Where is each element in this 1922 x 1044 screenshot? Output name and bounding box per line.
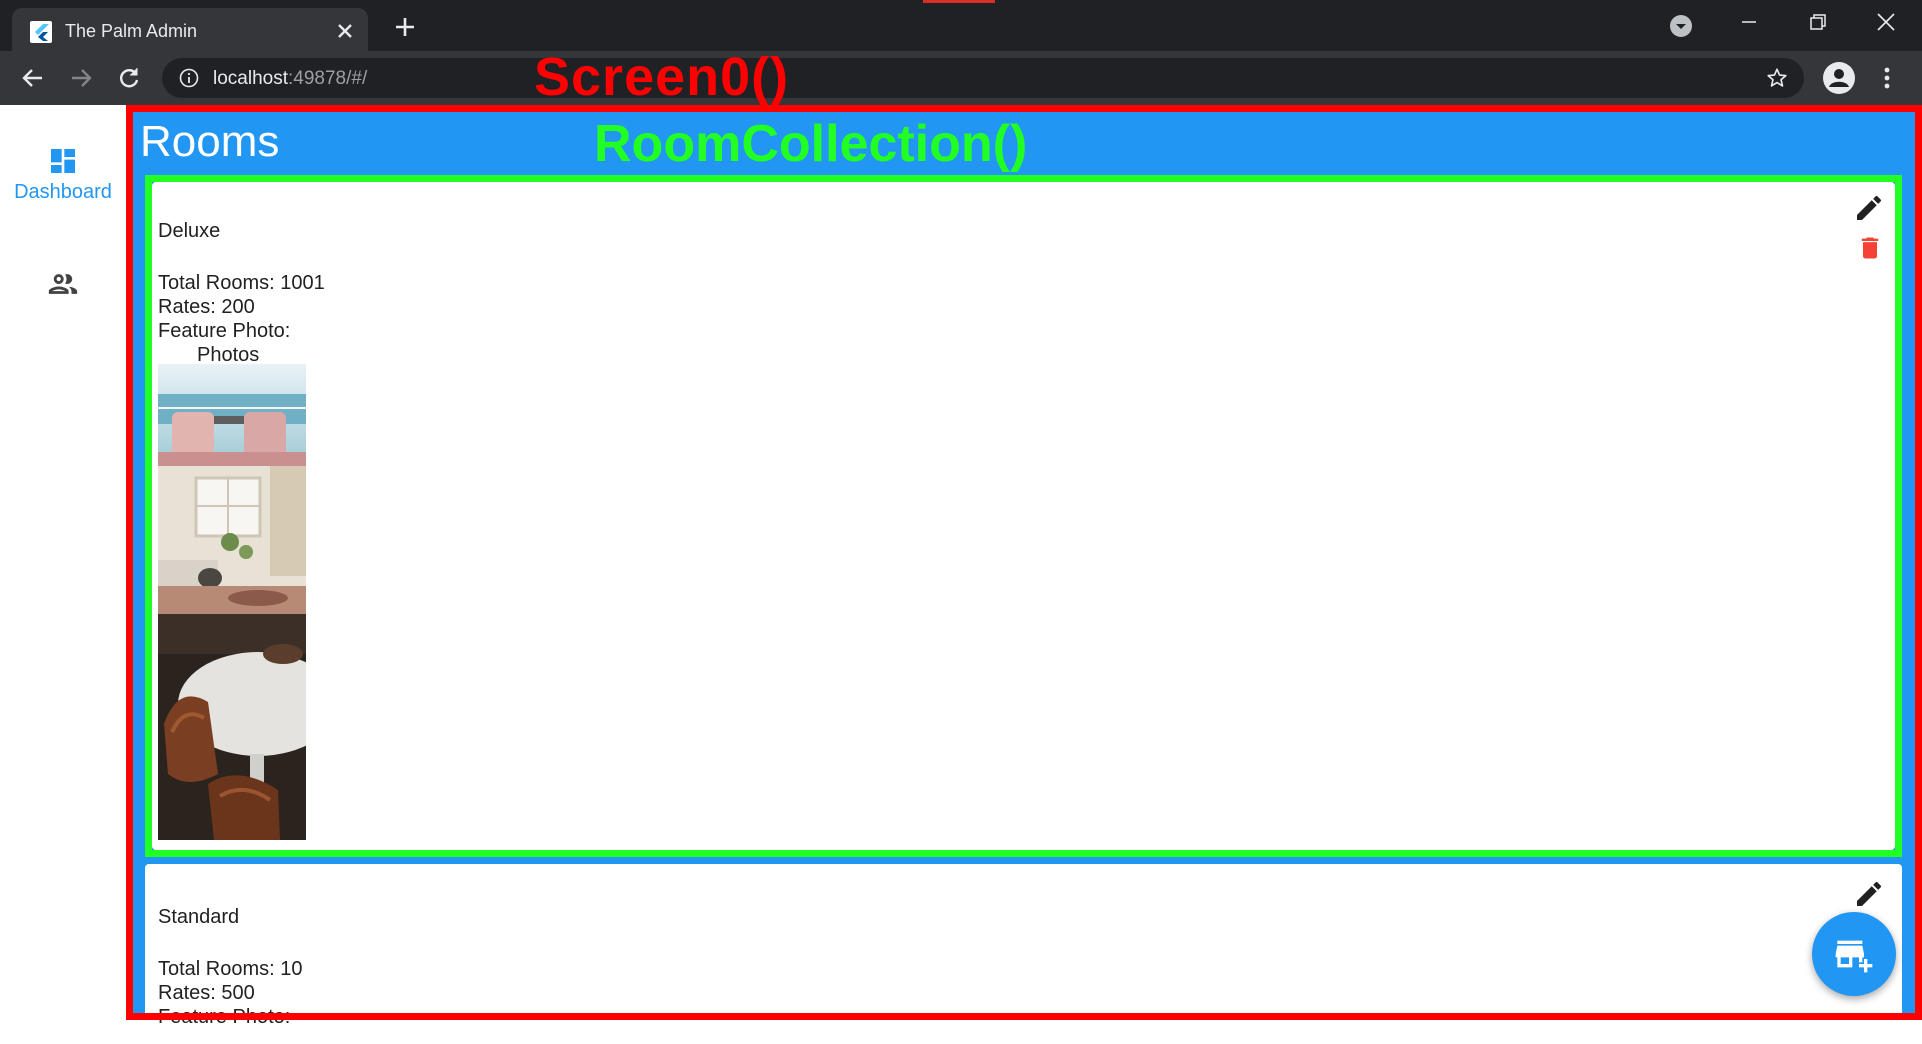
photo-balcony — [158, 364, 306, 466]
browser-titlebar: The Palm Admin — [0, 0, 1922, 51]
tab-search-icon[interactable] — [1669, 14, 1693, 38]
room-feature-photo-label: Feature Photo: — [158, 1006, 291, 1028]
room-card-deluxe: Deluxe Total Rooms: 1001 Rates: 200 Feat… — [152, 182, 1895, 850]
url-host: localhost — [213, 68, 288, 89]
people-icon[interactable] — [46, 267, 80, 301]
edit-icon[interactable] — [1853, 878, 1885, 910]
tab-title: The Palm Admin — [65, 21, 198, 41]
new-tab-icon[interactable] — [392, 14, 418, 40]
minimize-icon[interactable] — [1734, 10, 1764, 34]
room-name: Standard — [158, 906, 240, 928]
reload-icon[interactable] — [116, 65, 142, 91]
restore-icon[interactable] — [1802, 10, 1832, 34]
room-photos — [158, 364, 306, 840]
room-total-rooms: Total Rooms: 10 — [158, 958, 303, 980]
browser-menu-icon[interactable] — [1877, 64, 1897, 92]
navigation-rail: Dashboard — [0, 105, 126, 1020]
photo-dining — [158, 614, 306, 840]
browser-toolbar: localhost:49878/#/ — [0, 51, 1922, 105]
forward-icon[interactable] — [68, 65, 94, 91]
url-text: localhost:49878/#/ — [213, 68, 367, 90]
photo-living-room — [158, 466, 306, 614]
room-rates: Rates: 200 — [158, 296, 255, 318]
browser-tab[interactable]: The Palm Admin — [12, 8, 368, 51]
page-title: Rooms — [140, 117, 280, 166]
recording-indicator — [923, 0, 995, 3]
room-collection-label: RoomCollection() — [594, 115, 1028, 173]
screen-label: Screen0() — [534, 47, 790, 107]
address-bar[interactable]: localhost:49878/#/ — [162, 58, 1804, 98]
edit-icon[interactable] — [1853, 192, 1885, 224]
dashboard-icon — [51, 149, 75, 173]
add-room-button[interactable] — [1812, 912, 1896, 996]
url-path: :49878/#/ — [288, 68, 368, 89]
room-total-rooms: Total Rooms: 1001 — [158, 272, 325, 294]
close-tab-icon[interactable] — [334, 20, 356, 42]
flutter-icon — [30, 21, 52, 43]
profile-icon[interactable] — [1822, 61, 1856, 95]
bookmark-star-icon[interactable] — [1766, 67, 1788, 89]
site-info-icon[interactable] — [179, 68, 199, 88]
delete-icon[interactable] — [1856, 232, 1884, 264]
room-name: Deluxe — [158, 220, 221, 242]
nav-label-dashboard: Dashboard — [14, 181, 112, 203]
room-feature-photo-label: Feature Photo: — [158, 320, 291, 342]
add-business-icon — [1835, 940, 1873, 973]
close-window-icon[interactable] — [1870, 10, 1900, 34]
back-icon[interactable] — [20, 65, 46, 91]
nav-item-dashboard[interactable]: Dashboard — [0, 145, 126, 215]
room-rates: Rates: 500 — [158, 982, 255, 1004]
room-card-standard: Standard Total Rooms: 10 Rates: 500 Feat… — [145, 864, 1902, 1044]
